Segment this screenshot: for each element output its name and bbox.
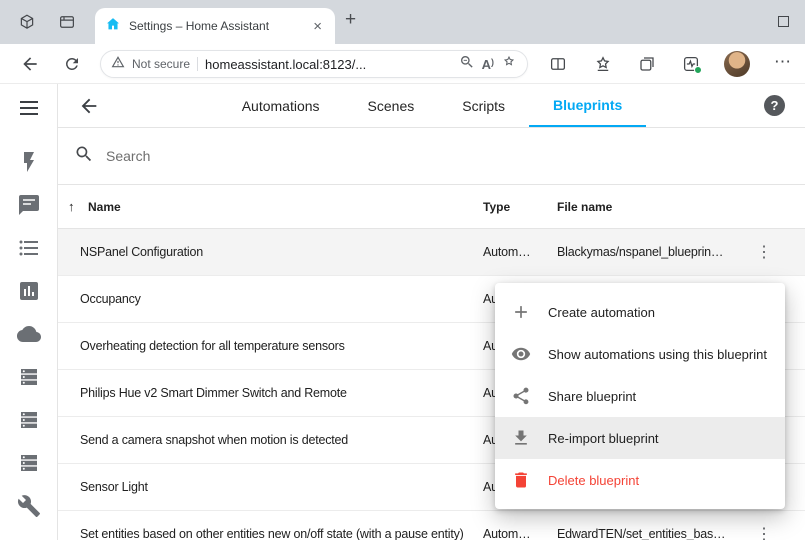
- app-back-icon[interactable]: [78, 95, 100, 117]
- sidebar-item-logbook[interactable]: [17, 236, 41, 265]
- plus-icon: [511, 302, 531, 322]
- menu-item-label: Delete blueprint: [548, 473, 639, 488]
- profile-avatar[interactable]: [724, 51, 750, 77]
- url-text[interactable]: homeassistant.local:8123/...: [205, 57, 452, 72]
- sidebar-item-cloud[interactable]: [17, 322, 41, 351]
- status-dot: [694, 66, 702, 74]
- menu-item-show-automations[interactable]: Show automations using this blueprint: [495, 333, 785, 375]
- refresh-icon[interactable]: [63, 55, 81, 78]
- help-icon[interactable]: ?: [764, 95, 785, 116]
- sidebar-item-developer-tools[interactable]: [17, 494, 41, 523]
- tab-blueprints[interactable]: Blueprints: [529, 84, 646, 127]
- warning-icon: [111, 55, 125, 74]
- menu-item-label: Share blueprint: [548, 389, 636, 404]
- search-bar: [58, 128, 805, 185]
- table-row[interactable]: Set entities based on other entities new…: [58, 511, 805, 540]
- blueprint-tabs: Automations Scenes Scripts Blueprints: [100, 84, 764, 127]
- tab-close-icon[interactable]: ×: [310, 18, 325, 35]
- tab-title: Settings – Home Assistant: [129, 19, 310, 33]
- trash-icon: [511, 470, 531, 490]
- menu-item-create-automation[interactable]: Create automation: [495, 291, 785, 333]
- menu-hamburger-icon[interactable]: [17, 96, 41, 125]
- sidebar-item-energy[interactable]: [17, 150, 41, 179]
- tab-actions-icon[interactable]: [58, 13, 76, 36]
- sidebar-item-server-2[interactable]: [17, 408, 41, 437]
- menu-item-reimport-blueprint[interactable]: Re-import blueprint: [495, 417, 785, 459]
- share-icon: [511, 386, 531, 406]
- column-header-file[interactable]: File name: [557, 185, 612, 229]
- browser-window: Settings – Home Assistant × + Not secure…: [0, 0, 805, 540]
- row-type: Autom…: [483, 229, 549, 276]
- browser-essentials-icon[interactable]: [682, 55, 700, 78]
- menu-item-label: Re-import blueprint: [548, 431, 659, 446]
- settings-menu-icon[interactable]: ⋯: [774, 52, 791, 72]
- table-header: ↑ Name Type File name: [58, 185, 805, 229]
- row-name: Philips Hue v2 Smart Dimmer Switch and R…: [80, 370, 480, 417]
- row-type: Autom…: [483, 511, 549, 540]
- search-input[interactable]: [106, 148, 426, 164]
- row-name: Set entities based on other entities new…: [80, 511, 480, 540]
- app-header: Automations Scenes Scripts Blueprints ?: [58, 84, 805, 128]
- row-name: Occupancy: [80, 276, 480, 323]
- ha-sidebar: [0, 84, 58, 540]
- address-divider: [197, 57, 198, 71]
- home-assistant-favicon: [105, 16, 121, 37]
- favorites-icon[interactable]: [594, 55, 612, 78]
- row-file: EdwardTEN/set_entities_bas…: [557, 511, 757, 540]
- row-name: Sensor Light: [80, 464, 480, 511]
- collections-icon[interactable]: [638, 55, 656, 78]
- tab-automations[interactable]: Automations: [218, 84, 344, 127]
- row-overflow-menu-icon[interactable]: ⋮: [755, 511, 773, 540]
- browser-titlebar: Settings – Home Assistant × +: [0, 0, 805, 44]
- favorite-star-icon[interactable]: [501, 54, 517, 75]
- sidebar-item-server-3[interactable]: [17, 451, 41, 480]
- back-icon[interactable]: [20, 54, 40, 79]
- browser-navbar: Not secure homeassistant.local:8123/... …: [0, 44, 805, 84]
- row-file: Blackymas/nspanel_blueprin…: [557, 229, 757, 276]
- sidebar-item-chat[interactable]: [17, 193, 41, 222]
- row-overflow-menu-icon[interactable]: ⋮: [755, 229, 773, 276]
- split-screen-icon[interactable]: [549, 55, 567, 78]
- tab-scenes[interactable]: Scenes: [344, 84, 439, 127]
- column-header-name[interactable]: Name: [88, 185, 121, 229]
- sidebar-item-history[interactable]: [17, 279, 41, 308]
- security-label[interactable]: Not secure: [132, 57, 190, 71]
- sort-ascending-icon[interactable]: ↑: [68, 185, 75, 229]
- row-name: NSPanel Configuration: [80, 229, 480, 276]
- search-icon[interactable]: [74, 144, 94, 169]
- sidebar-item-server-1[interactable]: [17, 365, 41, 394]
- row-name: Send a camera snapshot when motion is de…: [80, 417, 480, 464]
- column-header-type[interactable]: Type: [483, 185, 510, 229]
- address-bar[interactable]: Not secure homeassistant.local:8123/... …: [100, 50, 528, 78]
- blueprint-context-menu: Create automation Show automations using…: [495, 283, 785, 509]
- menu-item-label: Show automations using this blueprint: [548, 347, 767, 362]
- window-maximize-button[interactable]: [778, 16, 789, 27]
- browser-tab[interactable]: Settings – Home Assistant ×: [95, 8, 335, 44]
- row-name: Overheating detection for all temperatur…: [80, 323, 480, 370]
- download-icon: [511, 428, 531, 448]
- menu-item-label: Create automation: [548, 305, 655, 320]
- new-tab-button[interactable]: +: [345, 9, 356, 31]
- tab-scripts[interactable]: Scripts: [438, 84, 529, 127]
- menu-item-delete-blueprint[interactable]: Delete blueprint: [495, 459, 785, 501]
- table-row[interactable]: NSPanel Configuration Autom… Blackymas/n…: [58, 229, 805, 276]
- read-aloud-icon[interactable]: A): [482, 57, 494, 72]
- menu-item-share-blueprint[interactable]: Share blueprint: [495, 375, 785, 417]
- zoom-out-icon[interactable]: [459, 54, 475, 75]
- eye-icon: [511, 344, 531, 364]
- workspaces-icon[interactable]: [18, 13, 36, 36]
